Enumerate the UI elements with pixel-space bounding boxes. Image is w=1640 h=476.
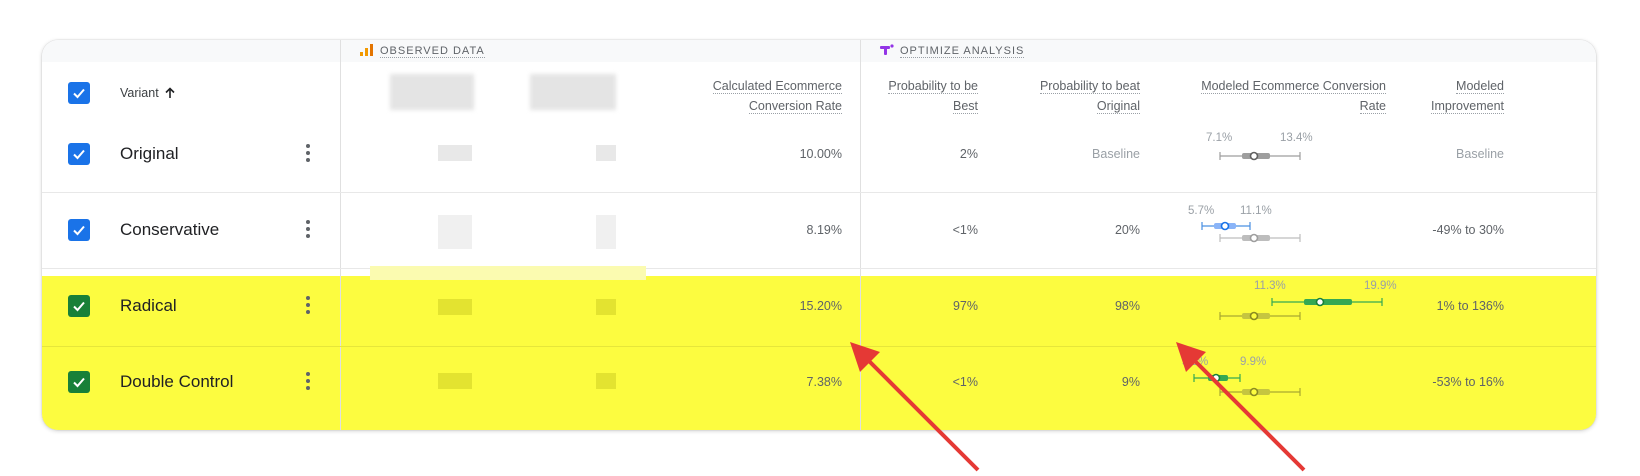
annotation-arrow — [850, 342, 980, 472]
annotation-arrow — [1176, 342, 1306, 472]
annotation-arrows — [850, 342, 1306, 472]
